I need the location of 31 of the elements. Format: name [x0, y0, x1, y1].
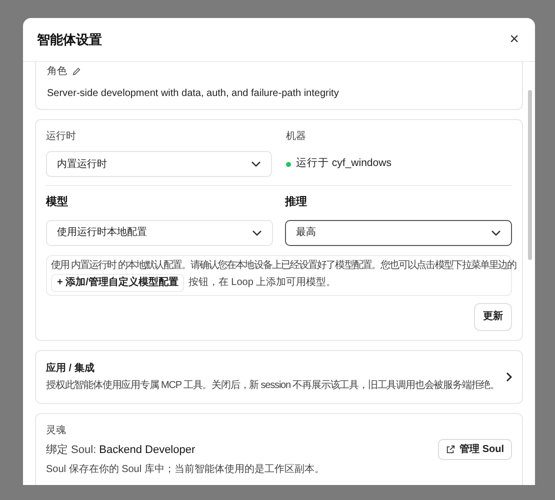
scrollbar-thumb[interactable] — [528, 90, 532, 260]
soul-label: 灵魂 — [46, 424, 67, 438]
select-field[interactable]: 内置运行时 — [46, 151, 272, 177]
role-description: Server-side development with data, auth, and failure-path integrity — [47, 87, 340, 101]
soul-binding-prefix: 绑定 Soul: — [46, 442, 96, 458]
update-button[interactable]: 更新 — [474, 302, 512, 330]
runtime-label: 运行时 — [46, 130, 77, 144]
soul-binding-name: Backend Developer — [99, 442, 196, 458]
machine-label: 机器 — [286, 130, 307, 144]
reasoning-label: 推理 — [285, 195, 308, 210]
machine-status: 运行于 cyf_windows — [296, 156, 392, 172]
select-field[interactable]: 最高 — [285, 220, 512, 246]
manage-soul-button[interactable]: 管理 Soul — [438, 439, 512, 460]
integrations-card[interactable]: 应用 / 集成 授权此智能体使用应用专属 MCP 工具。关闭后，新 session 不再展示该工具，旧工具调用也会被服务端拒绝。 — [35, 350, 523, 404]
chevron-down-icon — [252, 230, 262, 236]
chevron-down-icon — [251, 161, 261, 167]
info-text: 按钮，在 Loop 上添加可用模型。 — [188, 276, 336, 290]
chevron-right-icon — [506, 372, 512, 382]
external-link-icon — [446, 445, 455, 454]
integrations-description: 授权此智能体使用应用专属 MCP 工具。关闭后，新 session 不再展示该工具，旧工具调用也会被服务端拒绝。 — [46, 378, 500, 392]
integrations-title: 应用 / 集成 — [46, 361, 96, 376]
add-model-config-button[interactable]: + 添加/管理自定义模型配置 — [51, 274, 184, 292]
select-field[interactable]: 使用运行时本地配置 — [46, 220, 273, 246]
role-label: 角色 — [47, 65, 67, 79]
dialog-title: 智能体设置 — [37, 30, 102, 49]
pencil-icon[interactable] — [72, 67, 81, 76]
info-text: 使用 内置运行时 的本地默认配置。请确认您在本地设备上已经设置好了模型配置。您也可以点击模型下拉菜单里边的 — [51, 258, 516, 272]
model-label: 模型 — [46, 194, 69, 210]
close-button[interactable]: × — [508, 32, 521, 48]
chevron-down-icon — [491, 230, 501, 236]
soul-note: Soul 保存在你的 Soul 库中；当前智能体使用的是工作区副本。 — [46, 462, 324, 477]
